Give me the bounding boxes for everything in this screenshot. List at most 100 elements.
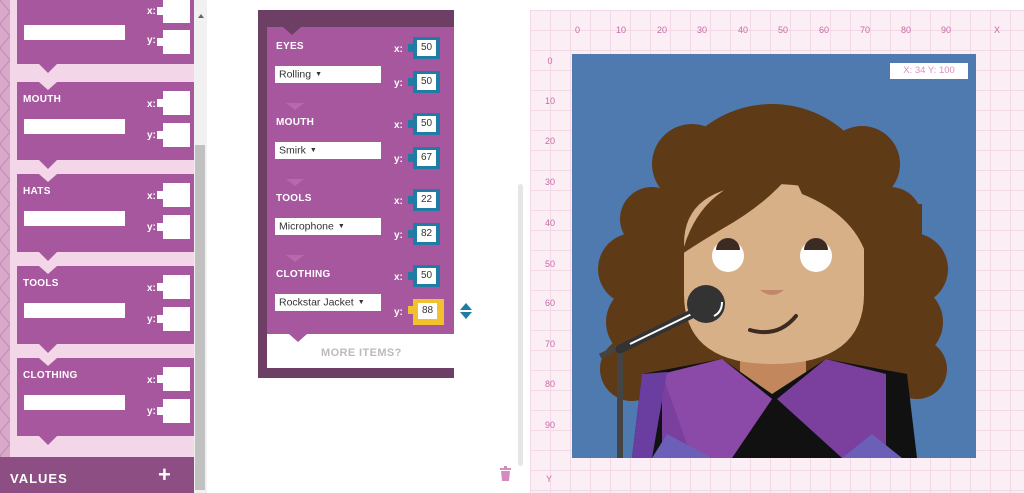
y-label: y: (394, 230, 403, 241)
block-notch (39, 82, 57, 90)
x-label: x: (394, 120, 403, 131)
y-tick: 50 (544, 259, 555, 269)
eyes-y-slot[interactable]: 50 (408, 71, 440, 93)
more-items-button[interactable]: MORE ITEMS? (267, 334, 454, 368)
palette-block-title: HATS (23, 186, 51, 197)
eyes-x-slot[interactable]: 50 (408, 37, 440, 59)
y-slot[interactable] (157, 215, 190, 239)
y-label: y: (147, 130, 156, 141)
eyes-y-value[interactable]: 50 (417, 74, 436, 90)
y-slot[interactable] (157, 399, 190, 423)
y-ruler: 0 10 20 30 40 50 60 70 80 90 (538, 54, 568, 474)
dropdown-arrow-icon: ▼ (357, 299, 365, 306)
x-slot[interactable] (157, 183, 190, 207)
palette-block-dropdown[interactable] (24, 119, 125, 134)
eyes-dropdown[interactable]: Rolling ▼ (275, 66, 381, 83)
scroll-up-icon[interactable] (198, 14, 204, 18)
clothing-x-slot[interactable]: 50 (408, 265, 440, 287)
x-label: x: (147, 99, 156, 110)
mouth-y-slot[interactable]: 67 (408, 147, 440, 169)
x-label: x: (147, 191, 156, 202)
palette-block-hats[interactable]: HATS x: y: (17, 174, 194, 261)
add-value-icon[interactable]: + (158, 464, 171, 486)
decrement-arrow-icon[interactable] (460, 312, 472, 319)
palette-block-dropdown[interactable] (24, 211, 125, 226)
palette-block-clothing[interactable]: CLOTHING x: y: (17, 358, 194, 445)
palette-block-mouth[interactable]: MOUTH x: y: (17, 82, 194, 169)
palette-block-tools[interactable]: TOOLS x: y: (17, 266, 194, 353)
mouth-x-value[interactable]: 50 (417, 116, 436, 132)
eyes-x-value[interactable]: 50 (417, 40, 436, 56)
block-notch (39, 252, 57, 261)
workspace-scrollbar[interactable] (518, 184, 523, 466)
x-label: x: (394, 44, 403, 55)
character-illustration (598, 104, 948, 458)
block-notch (39, 160, 57, 169)
x-tick: 70 (860, 25, 871, 35)
clothing-x-value[interactable]: 50 (417, 268, 436, 284)
y-slot[interactable] (157, 30, 190, 54)
clothing-dropdown[interactable]: Rockstar Jacket ▼ (275, 294, 381, 311)
increment-arrow-icon[interactable] (460, 303, 472, 310)
palette-block-dropdown[interactable] (24, 395, 125, 410)
section-title-eyes: EYES (276, 41, 304, 52)
palette-block[interactable]: x: y: (17, 0, 194, 73)
x-label: x: (394, 272, 403, 283)
dropdown-arrow-icon: ▼ (309, 147, 317, 154)
y-label: y: (394, 154, 403, 165)
x-slot[interactable] (157, 0, 190, 23)
palette-block-title: MOUTH (23, 94, 62, 105)
stage-top-border (530, 0, 1024, 10)
block-notch (39, 436, 57, 445)
section-title-clothing: CLOTHING (276, 269, 331, 280)
dropdown-value: Rolling (279, 68, 312, 81)
tools-y-slot[interactable]: 82 (408, 223, 440, 245)
microphone-icon (687, 285, 725, 323)
trash-icon[interactable] (499, 466, 512, 481)
mic-stand (617, 352, 623, 458)
y-axis-label: Y (546, 474, 553, 484)
y-slot[interactable] (157, 307, 190, 331)
y-label: y: (147, 406, 156, 417)
clothing-y-slot[interactable]: 88 (408, 299, 444, 325)
character-canvas[interactable] (572, 54, 976, 458)
dropdown-value: Microphone (279, 220, 334, 233)
y-tick: 80 (544, 379, 555, 389)
x-axis-label: X (994, 25, 1001, 35)
palette-block-dropdown[interactable] (24, 25, 125, 40)
tools-dropdown[interactable]: Microphone ▼ (275, 218, 381, 235)
mouth-x-slot[interactable]: 50 (408, 113, 440, 135)
dropdown-arrow-icon: ▼ (315, 71, 323, 78)
y-slot[interactable] (157, 123, 190, 147)
x-label: x: (147, 375, 156, 386)
mouth-dropdown[interactable]: Smirk ▼ (275, 142, 381, 159)
y-label: y: (394, 307, 403, 318)
y-tick: 90 (544, 420, 555, 430)
x-tick: 10 (616, 25, 627, 35)
palette-block-dropdown[interactable] (24, 303, 125, 318)
y-tick: 0 (547, 56, 553, 66)
section-divider (286, 255, 304, 262)
x-tick: 50 (778, 25, 789, 35)
x-slot[interactable] (157, 275, 190, 299)
x-label: x: (147, 283, 156, 294)
block-notch (39, 358, 57, 366)
x-slot[interactable] (157, 91, 190, 115)
x-slot[interactable] (157, 367, 190, 391)
y-tick: 20 (544, 136, 555, 146)
tools-x-value[interactable]: 22 (417, 192, 436, 208)
clothing-y-value[interactable]: 88 (418, 303, 437, 319)
block-notch (289, 334, 307, 342)
tools-x-slot[interactable]: 22 (408, 189, 440, 211)
palette-scrollbar-thumb[interactable] (195, 145, 205, 490)
mouth-y-value[interactable]: 67 (417, 150, 436, 166)
palette-block-title: TOOLS (23, 278, 59, 289)
values-bar[interactable]: VALUES + (0, 457, 194, 493)
y-tick: 60 (544, 298, 555, 308)
tools-y-value[interactable]: 82 (417, 226, 436, 242)
x-tick: 40 (738, 25, 749, 35)
palette-block-title: CLOTHING (23, 370, 78, 381)
block-notch (283, 27, 301, 35)
dropdown-arrow-icon: ▼ (337, 223, 345, 230)
y-tick: 40 (544, 218, 555, 228)
